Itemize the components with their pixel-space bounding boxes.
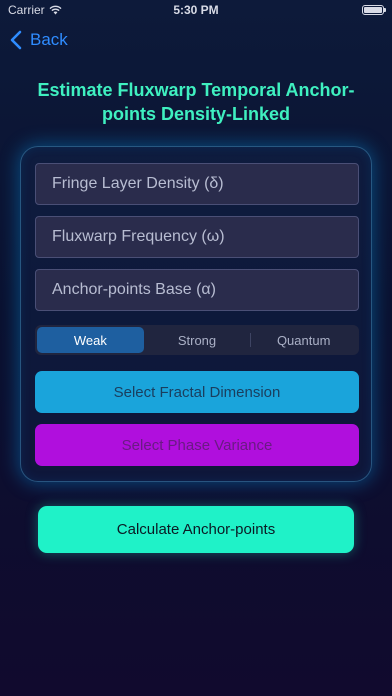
status-bar: Carrier 5:30 PM [0, 0, 392, 22]
select-fractal-dimension-button[interactable]: Select Fractal Dimension [35, 371, 359, 413]
status-time: 5:30 PM [173, 3, 219, 17]
anchor-points-base-input[interactable] [35, 269, 359, 311]
back-button[interactable]: Back [10, 28, 68, 52]
calculate-anchor-points-button[interactable]: Calculate Anchor-points [38, 506, 354, 553]
chevron-left-icon [10, 30, 22, 50]
input-card: Weak Strong Quantum Select Fractal Dimen… [20, 146, 372, 482]
back-label: Back [30, 30, 68, 49]
segment-strong[interactable]: Strong [144, 327, 251, 353]
battery-icon [362, 5, 386, 15]
select-phase-variance-button[interactable]: Select Phase Variance [35, 424, 359, 466]
strength-segmented-control: Weak Strong Quantum [35, 325, 359, 355]
segment-quantum[interactable]: Quantum [250, 327, 357, 353]
fringe-layer-density-input[interactable] [35, 163, 359, 205]
segment-weak[interactable]: Weak [37, 327, 144, 353]
page-title: Estimate Fluxwarp Temporal Anchor-points… [37, 80, 355, 124]
fluxwarp-frequency-input[interactable] [35, 216, 359, 258]
